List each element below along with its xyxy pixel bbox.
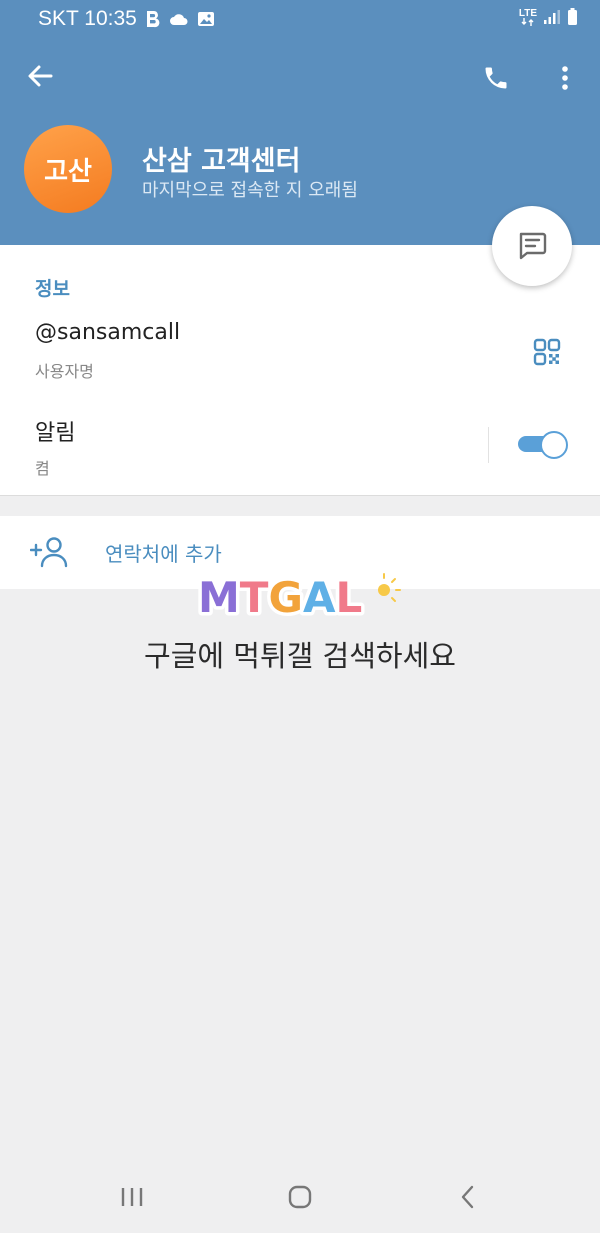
info-section: 정보 @sansamcall 사용자명 알림 켬 (0, 245, 600, 496)
notifications-row[interactable]: 알림 켬 (0, 405, 600, 485)
recent-apps-button[interactable] (110, 1175, 154, 1219)
notifications-toggle[interactable] (518, 429, 568, 459)
system-nav-bar (0, 1163, 600, 1233)
username-row[interactable]: @sansamcall 사용자명 (0, 310, 600, 390)
home-button[interactable] (278, 1175, 322, 1219)
notifications-label: 알림 (35, 421, 76, 446)
last-seen-status: 마지막으로 접속한 지 오래됨 (142, 180, 358, 201)
status-bar: SKT 10:35 LTE (0, 0, 600, 38)
home-icon (288, 1185, 312, 1209)
arrow-left-icon (28, 65, 53, 87)
more-vertical-icon (562, 66, 568, 90)
more-options-button[interactable] (548, 58, 582, 98)
lte-icon: LTE (518, 7, 537, 26)
back-icon (461, 1185, 474, 1209)
b-app-icon (145, 10, 161, 28)
username-label: 사용자명 (35, 362, 94, 381)
svg-text:MTGAL: MTGAL (198, 573, 362, 620)
avatar[interactable]: 고산 (24, 125, 112, 213)
status-carrier-time: SKT 10:35 (38, 7, 137, 30)
row-divider (488, 427, 489, 463)
system-back-button[interactable] (446, 1175, 490, 1219)
qr-code-icon (533, 338, 561, 366)
back-button[interactable] (20, 56, 60, 96)
message-icon (519, 232, 547, 260)
username-value: @sansamcall (35, 320, 181, 345)
signal-icon (543, 9, 561, 25)
toggle-knob (540, 431, 568, 459)
call-button[interactable] (476, 58, 516, 98)
battery-icon (567, 8, 578, 26)
notifications-value: 켬 (35, 459, 50, 478)
gallery-icon (197, 11, 215, 27)
avatar-initials: 고산 (44, 156, 92, 187)
lte-label: LTE (518, 7, 537, 19)
add-contact-label: 연락처에 추가 (105, 542, 222, 566)
cloud-icon (169, 12, 189, 26)
mtgal-logo: MTGAL MTGAL (196, 572, 401, 620)
section-title-info: 정보 (35, 278, 70, 300)
send-message-button[interactable] (492, 206, 572, 286)
watermark-caption: 구글에 먹튀갤 검색하세요 (144, 639, 456, 673)
add-user-icon (30, 537, 68, 568)
recent-apps-icon (121, 1188, 143, 1206)
profile-name: 산삼 고객센터 (142, 146, 301, 177)
profile-header: SKT 10:35 LTE 고산 산삼 고객센터 마지막으로 접속한 지 오래됨 (0, 0, 600, 245)
phone-icon (485, 67, 507, 89)
qr-code-button[interactable] (529, 334, 565, 370)
